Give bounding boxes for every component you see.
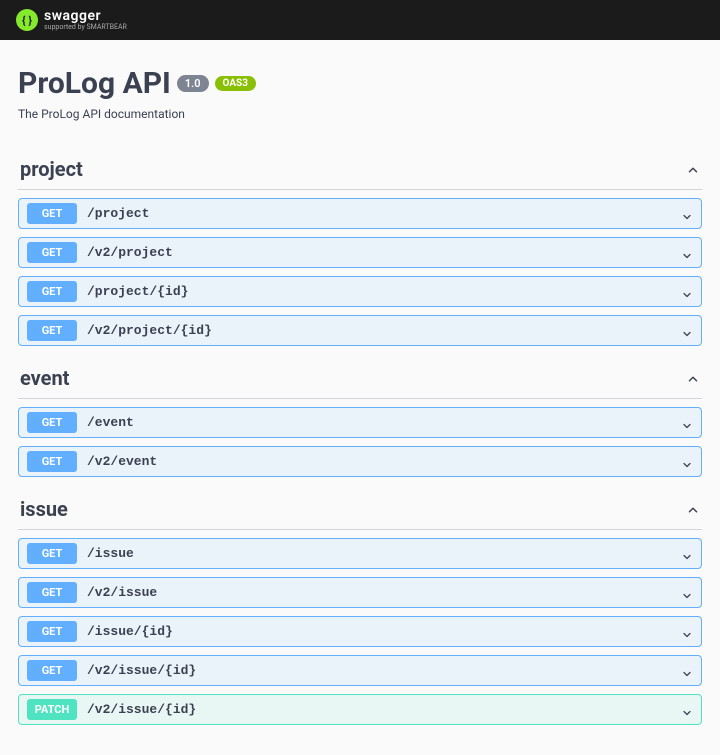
operation-row[interactable]: GET/v2/project/{id} [18,315,702,346]
tag-name: project [20,157,83,181]
method-badge-get: GET [27,543,77,564]
operation-row[interactable]: GET/issue/{id} [18,616,702,647]
chevron-up-icon [686,162,700,176]
chevron-down-icon [681,325,693,337]
method-badge-get: GET [27,242,77,263]
chevron-down-icon [681,665,693,677]
tag-header-issue[interactable]: issue [18,489,702,530]
swagger-brand-name: swagger [44,9,127,23]
operation-path: /v2/event [87,454,681,469]
chevron-down-icon [681,548,693,560]
operation-path: /v2/issue [87,585,681,600]
method-badge-get: GET [27,621,77,642]
chevron-down-icon [681,626,693,638]
operation-path: /issue [87,546,681,561]
method-badge-get: GET [27,320,77,341]
chevron-down-icon [681,704,693,716]
chevron-down-icon [681,417,693,429]
oas-badge: OAS3 [215,76,256,91]
operation-row[interactable]: GET/project/{id} [18,276,702,307]
swagger-icon: { } [16,9,38,31]
swagger-brand-text: swagger supported by SMARTBEAR [44,9,127,31]
version-badge: 1.0 [177,75,209,92]
operation-row[interactable]: GET/v2/event [18,446,702,477]
chevron-up-icon [686,502,700,516]
swagger-supported-text: supported by SMARTBEAR [44,24,127,31]
tag-header-project[interactable]: project [18,149,702,190]
api-description: The ProLog API documentation [18,107,702,121]
tag-section-event: eventGET/eventGET/v2/event [18,358,702,477]
operation-row[interactable]: GET/v2/project [18,237,702,268]
chevron-down-icon [681,456,693,468]
operation-path: /project/{id} [87,284,681,299]
operation-row[interactable]: GET/v2/issue/{id} [18,655,702,686]
chevron-down-icon [681,286,693,298]
chevron-up-icon [686,371,700,385]
operation-path: /v2/issue/{id} [87,702,681,717]
method-badge-get: GET [27,660,77,681]
chevron-down-icon [681,247,693,259]
tag-section-project: projectGET/projectGET/v2/projectGET/proj… [18,149,702,346]
method-badge-get: GET [27,451,77,472]
swagger-logo: { } swagger supported by SMARTBEAR [16,9,127,31]
chevron-down-icon [681,208,693,220]
operation-path: /v2/issue/{id} [87,663,681,678]
operation-row[interactable]: GET/v2/issue [18,577,702,608]
method-badge-get: GET [27,203,77,224]
api-title: ProLog API [18,66,171,101]
operation-path: /event [87,415,681,430]
tag-name: event [20,366,69,390]
operation-path: /v2/project [87,245,681,260]
method-badge-get: GET [27,281,77,302]
method-badge-get: GET [27,582,77,603]
method-badge-patch: PATCH [27,699,77,720]
api-header: ProLog API 1.0 OAS3 [18,66,702,101]
chevron-down-icon [681,587,693,599]
operation-row[interactable]: GET/event [18,407,702,438]
main-content: ProLog API 1.0 OAS3 The ProLog API docum… [0,40,720,755]
operation-row[interactable]: PATCH/v2/issue/{id} [18,694,702,725]
topbar: { } swagger supported by SMARTBEAR [0,0,720,40]
operation-path: /project [87,206,681,221]
tag-name: issue [20,497,68,521]
operation-row[interactable]: GET/project [18,198,702,229]
operation-path: /issue/{id} [87,624,681,639]
operation-path: /v2/project/{id} [87,323,681,338]
operation-row[interactable]: GET/issue [18,538,702,569]
method-badge-get: GET [27,412,77,433]
tag-section-issue: issueGET/issueGET/v2/issueGET/issue/{id}… [18,489,702,725]
tag-header-event[interactable]: event [18,358,702,399]
